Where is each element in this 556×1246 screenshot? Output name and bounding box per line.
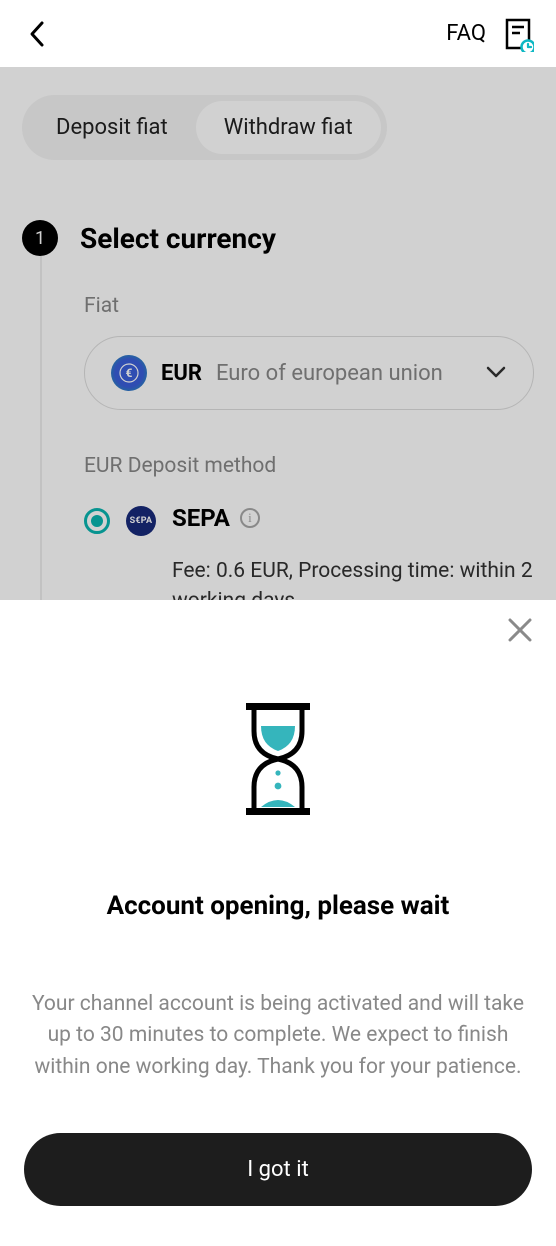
deposit-method-label: EUR Deposit method <box>84 454 534 478</box>
fiat-tab-group: Deposit fiat Withdraw fiat <box>22 95 387 160</box>
chevron-down-icon <box>485 364 507 383</box>
step-number: 1 <box>22 220 58 256</box>
modal-title: Account opening, please wait <box>107 891 450 921</box>
tab-deposit-fiat[interactable]: Deposit fiat <box>28 101 196 154</box>
currency-select[interactable]: € EUR Euro of european union <box>84 336 534 410</box>
sepa-icon: S€PA <box>126 506 156 536</box>
modal-body: Account opening, please wait Your channe… <box>0 647 556 1084</box>
hourglass-icon <box>228 701 328 817</box>
fiat-label: Fiat <box>84 294 534 318</box>
header-right-group: FAQ <box>446 18 534 50</box>
page-content: Deposit fiat Withdraw fiat 1 Select curr… <box>0 67 556 677</box>
currency-name: Euro of european union <box>216 361 443 386</box>
account-opening-modal: Account opening, please wait Your channe… <box>0 600 556 1246</box>
modal-close-button[interactable] <box>502 614 538 647</box>
modal-confirm-button[interactable]: I got it <box>24 1133 532 1206</box>
close-icon <box>506 616 534 644</box>
orders-icon[interactable] <box>504 18 534 50</box>
faq-link[interactable]: FAQ <box>446 21 486 46</box>
back-button[interactable] <box>22 18 54 50</box>
step-title: Select currency <box>80 222 276 255</box>
method-name: SEPA <box>172 504 230 532</box>
step-1-body: Fiat € EUR Euro of european union EUR De… <box>40 256 534 617</box>
modal-text: Your channel account is being activated … <box>24 989 532 1084</box>
euro-currency-icon: € <box>111 355 147 391</box>
top-header: FAQ <box>0 0 556 67</box>
step-1-header: 1 Select currency <box>22 220 534 256</box>
svg-text:€: € <box>126 366 133 380</box>
currency-code: EUR <box>161 361 202 386</box>
tab-withdraw-fiat[interactable]: Withdraw fiat <box>196 101 381 154</box>
radio-selected-icon <box>84 508 110 534</box>
chevron-left-icon <box>28 20 48 48</box>
info-icon[interactable]: i <box>240 508 260 528</box>
